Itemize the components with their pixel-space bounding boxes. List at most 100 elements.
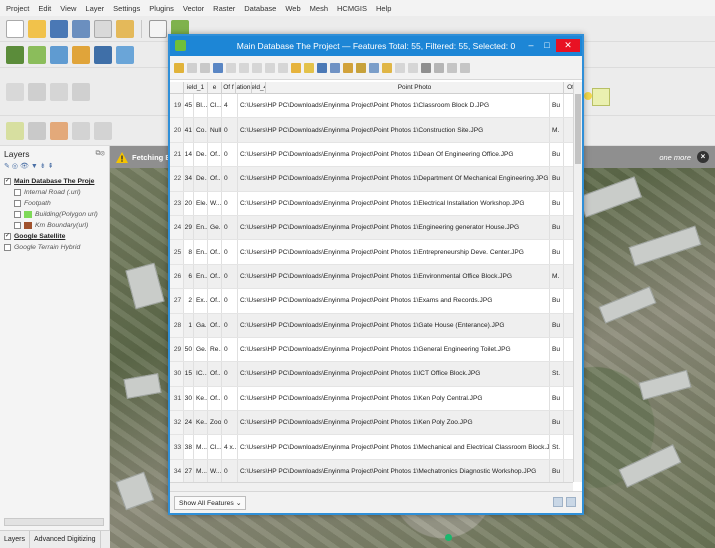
layout-icon[interactable]	[94, 121, 112, 140]
style-manager-icon[interactable]	[116, 19, 134, 38]
table-cell[interactable]: C:\Users\HP PC\Downloads\Enyinma Project…	[238, 118, 550, 142]
table-cell[interactable]: Of...	[208, 313, 222, 337]
table-horizontal-scrollbar[interactable]	[170, 482, 573, 491]
maximize-icon[interactable]: □	[540, 39, 554, 52]
row-number[interactable]: 28	[170, 313, 184, 337]
layer-item[interactable]: Km Boundary(url)	[0, 220, 109, 231]
table-cell[interactable]: 38	[184, 435, 194, 459]
table-cell[interactable]: 15	[184, 362, 194, 386]
table-cell[interactable]: W...	[208, 459, 222, 482]
table-cell[interactable]: Of...	[208, 386, 222, 411]
table-cell[interactable]: 41	[184, 118, 194, 142]
table-cell[interactable]: 0	[222, 215, 238, 240]
save-edits-icon[interactable]	[200, 62, 210, 73]
table-cell[interactable]: De...	[194, 142, 208, 167]
table-cell[interactable]: 1	[184, 313, 194, 337]
field-calculator-icon[interactable]	[421, 62, 431, 73]
menu-item[interactable]: Mesh	[310, 4, 328, 13]
print-layout-icon[interactable]	[94, 19, 112, 38]
menu-item[interactable]: Web	[285, 4, 300, 13]
table-cell[interactable]: Bu	[550, 240, 564, 264]
select-by-value-icon[interactable]	[28, 121, 46, 140]
actions-icon[interactable]	[447, 62, 457, 73]
table-cell[interactable]: Ke...	[194, 411, 208, 435]
layer-visibility-checkbox[interactable]	[14, 200, 21, 207]
menu-item[interactable]: Database	[244, 4, 276, 13]
table-cell[interactable]: C:\Users\HP PC\Downloads\Enyinma Project…	[238, 337, 550, 362]
table-cell[interactable]: 0	[222, 167, 238, 191]
paste-icon[interactable]	[278, 62, 288, 73]
table-cell[interactable]: Bu	[550, 191, 564, 215]
table-cell[interactable]: 0	[222, 411, 238, 435]
table-row[interactable]: 2114De...Of...0C:\Users\HP PC\Downloads\…	[170, 142, 582, 168]
table-cell[interactable]: Ge...	[194, 337, 208, 362]
menu-item[interactable]: Settings	[113, 4, 140, 13]
reload-icon[interactable]	[213, 62, 223, 73]
cut-icon[interactable]	[252, 62, 262, 73]
table-cell[interactable]: Bu	[550, 313, 564, 337]
table-row[interactable]: 258En...Of...0C:\Users\HP PC\Downloads\E…	[170, 240, 582, 265]
table-cell[interactable]: M.	[550, 118, 564, 142]
add-group-icon[interactable]: ◎	[12, 163, 20, 170]
add-layer-icon[interactable]	[6, 45, 24, 64]
toggle-editing-icon[interactable]	[174, 62, 184, 73]
window-titlebar[interactable]: Main Database The Project — Features Tot…	[170, 36, 582, 56]
form-view-icon[interactable]	[553, 497, 563, 507]
table-cell[interactable]: 20	[184, 191, 194, 215]
table-cell[interactable]: Co...	[194, 118, 208, 142]
row-number[interactable]: 29	[170, 337, 184, 362]
table-cell[interactable]: Cl...	[208, 435, 222, 459]
table-cell[interactable]: En...	[194, 264, 208, 289]
table-cell[interactable]: C:\Users\HP PC\Downloads\Enyinma Project…	[238, 289, 550, 313]
delete-feature-icon[interactable]	[239, 62, 249, 73]
save-as-icon[interactable]	[72, 19, 90, 38]
table-cell[interactable]: 6	[184, 264, 194, 289]
table-cell[interactable]: C:\Users\HP PC\Downloads\Enyinma Project…	[238, 411, 550, 435]
add-postgis-icon[interactable]	[94, 45, 112, 64]
table-cell[interactable]: C:\Users\HP PC\Downloads\Enyinma Project…	[238, 167, 550, 191]
filter-legend-icon[interactable]: ▼	[31, 163, 40, 170]
map-point-marker[interactable]	[445, 534, 452, 541]
add-csv-icon[interactable]	[116, 45, 134, 64]
table-cell[interactable]: De...	[194, 167, 208, 191]
row-number[interactable]: 24	[170, 215, 184, 240]
vertex-icon[interactable]	[72, 82, 90, 101]
column-header[interactable]: ation	[236, 82, 252, 93]
identify-icon[interactable]	[72, 121, 90, 140]
conditional-formatting-icon[interactable]	[434, 62, 444, 73]
move-selection-top-icon[interactable]	[356, 62, 366, 73]
measure-icon[interactable]	[28, 82, 46, 101]
manage-map-themes-icon[interactable]: 👁	[20, 163, 31, 170]
table-cell[interactable]: Bu	[550, 411, 564, 435]
add-raster-icon[interactable]	[50, 45, 68, 64]
table-cell[interactable]: C:\Users\HP PC\Downloads\Enyinma Project…	[238, 313, 550, 337]
table-cell[interactable]: W...	[208, 191, 222, 215]
table-cell[interactable]: Ex...	[194, 289, 208, 313]
invert-selection-icon[interactable]	[317, 62, 327, 73]
select-features-icon[interactable]	[6, 121, 24, 140]
multi-edit-icon[interactable]	[187, 62, 197, 73]
row-number[interactable]: 34	[170, 459, 184, 482]
select-by-expression-icon[interactable]	[291, 62, 301, 73]
table-cell[interactable]: M...	[194, 459, 208, 482]
table-cell[interactable]: 4 x...	[222, 435, 238, 459]
digitize-icon[interactable]	[72, 45, 90, 64]
table-row[interactable]: 19 45 Bl... Cl... 4 C:\Users\HP PC\Downloads\…	[170, 94, 582, 119]
layer-item[interactable]: ✓ Main Database The Proje	[0, 176, 109, 187]
row-number[interactable]: 32	[170, 411, 184, 435]
table-cell[interactable]: Bu	[550, 459, 564, 482]
layer-item[interactable]: ✓ Google Satellite	[0, 231, 109, 242]
table-cell[interactable]: 4	[222, 94, 238, 118]
layer-style-icon[interactable]: ✎	[4, 163, 12, 170]
table-cell[interactable]: C:\Users\HP PC\Downloads\Enyinma Project…	[238, 362, 550, 386]
column-header-point-photo[interactable]: Point Photo	[266, 82, 564, 93]
table-cell[interactable]: 0	[222, 289, 238, 313]
row-number[interactable]: 20	[170, 118, 184, 142]
add-feature-icon[interactable]	[226, 62, 236, 73]
table-cell[interactable]: Ga...	[194, 313, 208, 337]
table-cell[interactable]: 27	[184, 459, 194, 482]
table-cell[interactable]: 0	[222, 142, 238, 167]
pan-to-selected-icon[interactable]	[369, 62, 379, 73]
table-cell[interactable]: Ke...	[194, 386, 208, 411]
copy-icon[interactable]	[265, 62, 275, 73]
